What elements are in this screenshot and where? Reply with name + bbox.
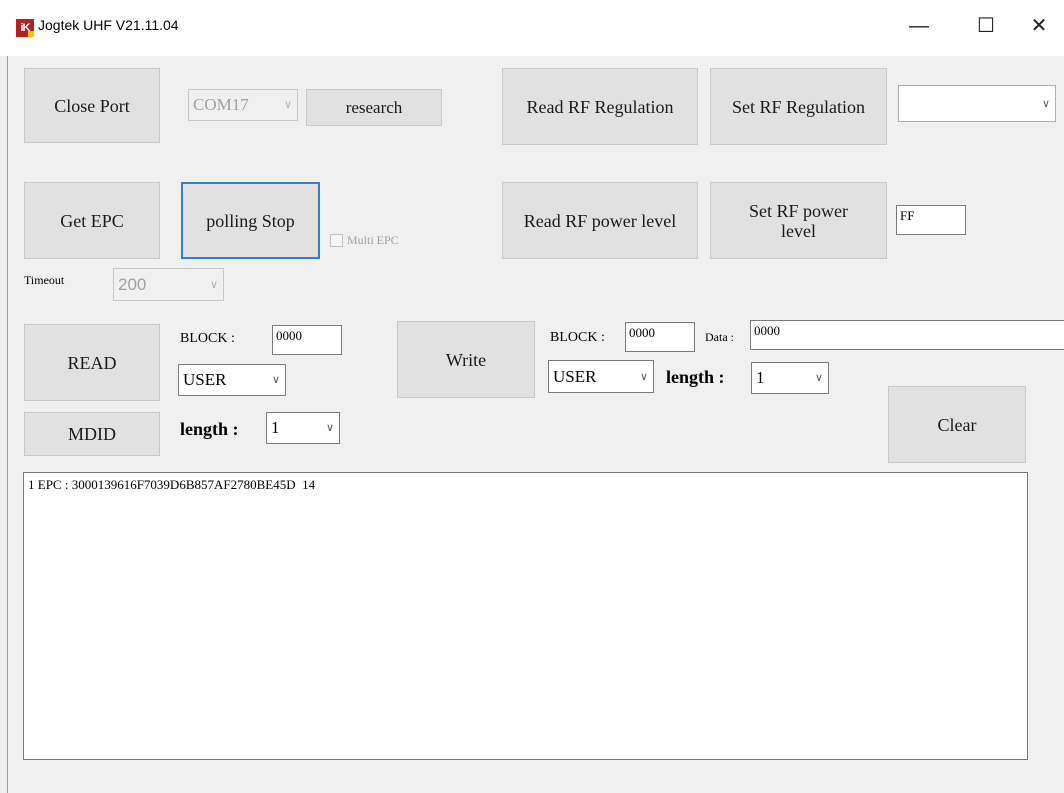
- chevron-down-icon: ∨: [209, 277, 218, 291]
- multi-epc-label: Multi EPC: [347, 233, 399, 247]
- research-button[interactable]: research: [306, 89, 442, 126]
- window-title: Jogtek UHF V21.11.04: [38, 17, 179, 33]
- rf-power-input[interactable]: FF: [896, 205, 966, 235]
- chevron-down-icon: ∨: [1041, 96, 1050, 110]
- write-button[interactable]: Write: [397, 321, 535, 398]
- timeout-label: Timeout: [24, 273, 65, 287]
- com-port-value: COM17: [193, 95, 249, 114]
- timeout-select[interactable]: 200 ∨: [113, 268, 224, 301]
- rf-regulation-select[interactable]: ∨: [898, 85, 1056, 122]
- get-epc-button[interactable]: Get EPC: [24, 182, 160, 259]
- write-length-select[interactable]: 1 ∨: [751, 362, 829, 394]
- timeout-value: 200: [118, 274, 147, 294]
- output-log[interactable]: 1 EPC : 3000139616F7039D6B857AF2780BE45D…: [23, 472, 1028, 760]
- read-block-input[interactable]: 0000: [272, 325, 342, 355]
- app-icon: iK: [16, 19, 34, 37]
- write-length-label: length :: [666, 367, 725, 387]
- write-block-label: BLOCK :: [550, 330, 605, 345]
- write-length-value: 1: [756, 368, 765, 387]
- write-data-input[interactable]: 0000: [750, 320, 1064, 350]
- chevron-down-icon: ∨: [283, 97, 292, 111]
- read-button[interactable]: READ: [24, 324, 160, 401]
- chevron-down-icon: ∨: [639, 369, 648, 383]
- read-rf-regulation-button[interactable]: Read RF Regulation: [502, 68, 698, 145]
- read-bank-select[interactable]: USER ∨: [178, 364, 286, 396]
- write-block-input[interactable]: 0000: [625, 322, 695, 352]
- read-length-label: length :: [180, 419, 239, 439]
- com-port-select[interactable]: COM17 ∨: [188, 89, 298, 121]
- chevron-down-icon: ∨: [325, 420, 334, 434]
- clear-button[interactable]: Clear: [888, 386, 1026, 463]
- set-rf-regulation-button[interactable]: Set RF Regulation: [710, 68, 887, 145]
- polling-stop-button[interactable]: polling Stop: [181, 182, 320, 259]
- set-rf-power-button[interactable]: Set RF power level: [710, 182, 887, 259]
- minimize-icon[interactable]: —: [896, 8, 942, 44]
- read-rf-power-button[interactable]: Read RF power level: [502, 182, 698, 259]
- window-border: [7, 56, 8, 793]
- read-length-value: 1: [271, 418, 280, 437]
- mdid-button[interactable]: MDID: [24, 412, 160, 456]
- chevron-down-icon: ∨: [271, 372, 280, 386]
- write-bank-value: USER: [553, 366, 597, 386]
- multi-epc-checkbox[interactable]: [330, 234, 343, 247]
- maximize-icon[interactable]: ☐: [963, 8, 1009, 44]
- close-icon[interactable]: ✕: [1016, 8, 1062, 44]
- chevron-down-icon: ∨: [814, 370, 823, 384]
- write-bank-select[interactable]: USER ∨: [548, 360, 654, 393]
- read-block-label: BLOCK :: [180, 331, 235, 346]
- close-port-button[interactable]: Close Port: [24, 68, 160, 143]
- read-length-select[interactable]: 1 ∨: [266, 412, 340, 444]
- write-data-label: Data :: [705, 330, 734, 344]
- read-bank-value: USER: [183, 370, 227, 389]
